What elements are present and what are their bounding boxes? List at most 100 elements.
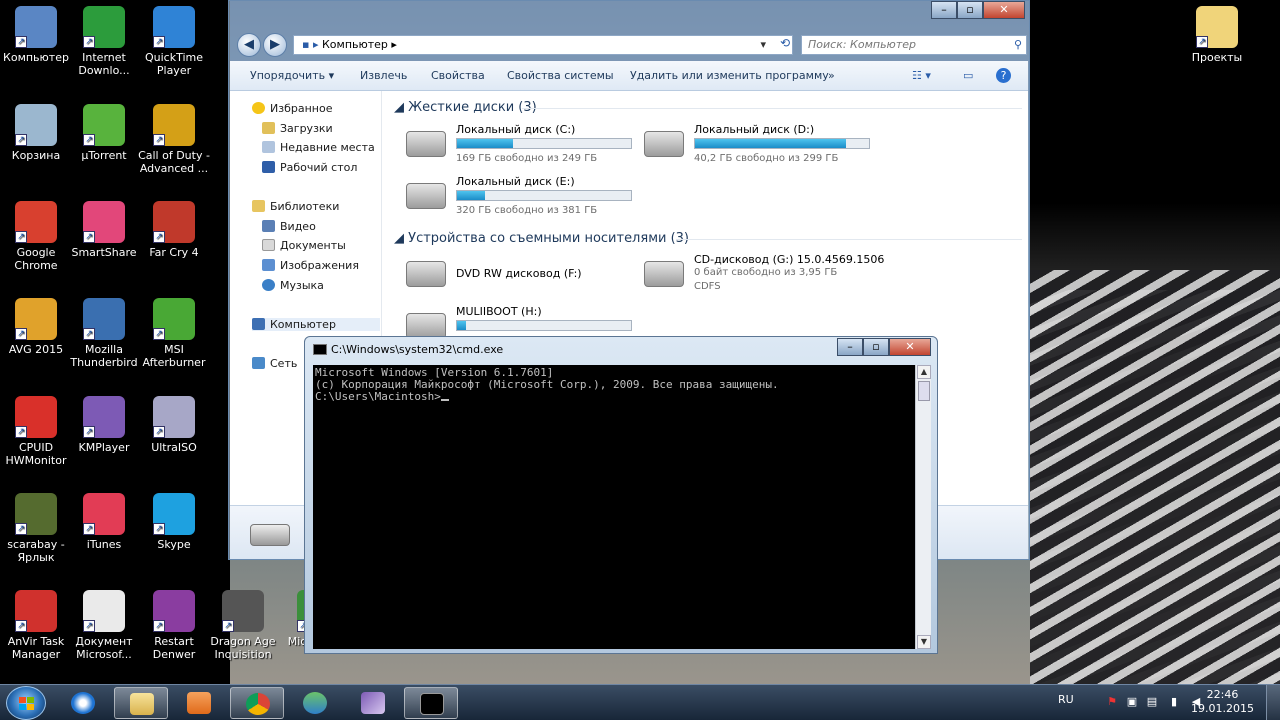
desktop-icon-item[interactable]: ↗ Internet Downlo... [68,6,140,77]
desktop-icon-item[interactable]: ↗ UltraISO [138,396,210,454]
properties-button[interactable]: Свойства [431,69,485,82]
desktop-icon-item[interactable]: ↗ Google Chrome [0,201,72,272]
nav-libraries[interactable]: Библиотеки [252,200,339,213]
desktop-icon-item[interactable]: ↗ scarabay - Ярлык [0,493,72,564]
close-button[interactable]: ✕ [983,1,1025,19]
nav-music[interactable]: Музыка [262,279,324,292]
desktop-icon-item[interactable]: ↗ AVG 2015 [0,298,72,356]
cmd-titlebar[interactable]: C:\Windows\system32\cmd.exe [313,343,503,356]
preview-pane-icon[interactable]: ▭ [963,69,973,82]
cmd-window[interactable]: C:\Windows\system32\cmd.exe – ▫ ✕ Micros… [304,336,938,654]
usb-tray-icon[interactable]: ▣ [1126,696,1138,708]
desktop-icon-item[interactable]: ↗ AnVir Task Manager [0,590,72,661]
refresh-button[interactable]: ⟲ [775,36,795,54]
nav-computer[interactable]: Компьютер [252,318,380,331]
desktop-icon-item[interactable]: ↗ Корзина [0,104,72,162]
drive-item[interactable]: Локальный диск (D:) 40,2 ГБ свободно из … [638,123,878,167]
shortcut-arrow-icon: ↗ [15,523,27,535]
group-removable[interactable]: ◢ Устройства со съемными носителями (3) [394,231,689,246]
organize-button[interactable]: Упорядочить ▾ [250,69,334,82]
shortcut-arrow-icon: ↗ [15,36,27,48]
taskbar-cmd[interactable] [404,687,458,719]
group-hard-disks[interactable]: ◢ Жесткие диски (3) [394,100,537,115]
nav-desktop[interactable]: Рабочий стол [262,161,357,174]
vertical-scrollbar[interactable]: ▲ ▼ [915,365,931,649]
explorer-titlebar[interactable]: – ▫ ✕ [229,1,1029,29]
desktop-icon-item[interactable]: ↗ MSI Afterburner [138,298,210,369]
signal-tray-icon[interactable]: ▮ [1168,696,1180,708]
desktop-icon-item[interactable]: ↗ SmartShare [68,201,140,259]
desktop-icon-item[interactable]: ↗ Skype [138,493,210,551]
address-bar[interactable]: ▪ ▸ Компьютер ▸ ▾ [293,35,793,55]
console-output[interactable]: Microsoft Windows [Version 6.1.7601] (c)… [313,365,915,649]
drive-item[interactable]: Локальный диск (C:) 169 ГБ свободно из 2… [400,123,640,167]
desktop-icon-item[interactable]: ↗ Dragon Age Inquisition [207,590,279,661]
search-input[interactable]: Поиск: Компьютер ⚲ [801,35,1027,55]
network-tray-icon[interactable]: ▤ [1146,696,1158,708]
drive-item[interactable]: Локальный диск (E:) 320 ГБ свободно из 3… [400,175,640,219]
taskbar-idm[interactable] [288,687,342,719]
desktop-icon-item[interactable]: ↗ iTunes [68,493,140,551]
start-button[interactable] [6,686,46,720]
help-icon[interactable]: ? [996,68,1011,83]
drive-item[interactable]: DVD RW дисковод (F:) [400,253,640,297]
drive-filesystem: CDFS [694,281,721,292]
desktop-icon-item[interactable]: ↗ KMPlayer [68,396,140,454]
show-desktop-button[interactable] [1266,685,1280,720]
clock[interactable]: 22:46 19.01.2015 [1191,688,1254,716]
taskbar-chrome[interactable] [230,687,284,719]
desktop-icon-label: scarabay - Ярлык [7,538,65,564]
desktop-icon-label: Google Chrome [14,246,58,272]
minimize-button[interactable]: – [837,338,863,356]
nav-video[interactable]: Видео [262,220,316,233]
desktop-icon-item[interactable]: ↗ Mozilla Thunderbird [68,298,140,369]
drive-item[interactable]: CD-дисковод (G:) 15.0.4569.1506 0 байт с… [638,253,884,297]
taskbar-kmplayer[interactable] [346,687,400,719]
scrollbar-thumb[interactable] [918,381,930,401]
forward-button[interactable]: ▶ [263,33,287,57]
more-commands-button[interactable]: » [828,69,835,82]
desktop-icon-item[interactable]: ↗ Проекты [1181,6,1253,64]
desktop-icon-item[interactable]: ↗ Call of Duty - Advanced ... [138,104,210,175]
itunes-icon: ↗ [83,493,125,535]
eject-button[interactable]: Извлечь [360,69,407,82]
scroll-down-button[interactable]: ▼ [917,635,931,649]
address-dropdown-icon[interactable]: ▾ [760,36,766,54]
taskbar-explorer[interactable] [114,687,168,719]
desktop-icon-item[interactable]: ↗ µTorrent [68,104,140,162]
taskbar-ie[interactable] [56,687,110,719]
nav-network[interactable]: Сеть [252,357,297,370]
desktop-icon-label: Internet Downlo... [78,51,130,77]
desktop-icon-item[interactable]: ↗ Restart Denwer [138,590,210,661]
nav-downloads[interactable]: Загрузки [262,122,333,135]
desktop-icon-label: Проекты [1191,51,1243,64]
view-options-icon[interactable]: ☷ ▾ [912,69,931,82]
system-properties-button[interactable]: Свойства системы [507,69,614,82]
close-button[interactable]: ✕ [889,338,931,356]
desktop-icon-item[interactable]: ↗ Far Cry 4 [138,201,210,259]
avg-icon: ↗ [15,298,57,340]
nav-recent[interactable]: Недавние места [262,141,375,154]
taskbar-media-player[interactable] [172,687,226,719]
language-indicator[interactable]: RU [1058,693,1074,706]
desktop-icon-item[interactable]: ↗ CPUID HWMonitor [0,396,72,467]
video-icon [262,220,275,232]
minimize-button[interactable]: – [931,1,957,19]
back-button[interactable]: ◀ [237,33,261,57]
maximize-button[interactable]: ▫ [957,1,983,19]
quicktime-icon: ↗ [153,6,195,48]
maximize-button[interactable]: ▫ [863,338,889,356]
uninstall-button[interactable]: Удалить или изменить программу [630,69,829,82]
cmd-icon [313,344,327,355]
nav-documents[interactable]: Документы [262,239,346,252]
desktop-icon-item[interactable]: ↗ QuickTime Player [138,6,210,77]
desktop-icon-item[interactable]: ↗ Компьютер [0,6,72,64]
flag-tray-icon[interactable]: ⚑ [1106,696,1118,708]
nav-favorites[interactable]: Избранное [252,102,332,115]
desktop-icon-label: Корзина [11,149,61,162]
smartshare-icon: ↗ [83,201,125,243]
desktop-icon-item[interactable]: ↗ Документ Microsof... [68,590,140,661]
scroll-up-button[interactable]: ▲ [917,365,931,379]
nav-images[interactable]: Изображения [262,259,359,272]
address-row: ◀ ▶ ▪ ▸ Компьютер ▸ ▾ ⟲ Поиск: Компьютер… [235,31,1027,57]
